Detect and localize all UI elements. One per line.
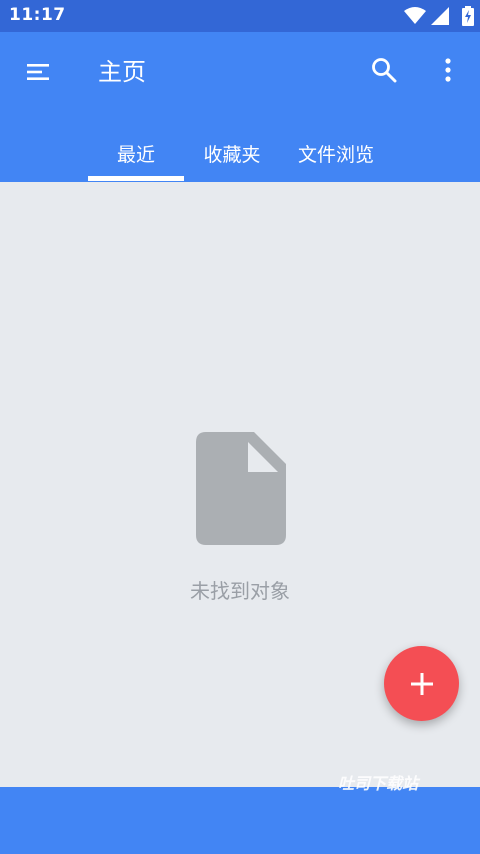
- page-title: 主页: [98, 58, 146, 86]
- file-icon: [196, 432, 286, 545]
- tab-recent[interactable]: 最近: [88, 124, 184, 182]
- tab-file-browse[interactable]: 文件浏览: [288, 124, 384, 182]
- more-options-button[interactable]: [424, 46, 472, 94]
- more-vert-icon: [445, 58, 451, 82]
- wifi-icon: [404, 7, 426, 24]
- battery-charging-icon: [462, 6, 474, 26]
- add-icon: [410, 672, 433, 695]
- menu-button[interactable]: [14, 48, 62, 96]
- tab-indicator: [88, 176, 184, 181]
- status-time: 11:17: [9, 5, 66, 25]
- signal-icon: [431, 7, 449, 25]
- app-bar: 主页 最近 收藏夹 文件浏览: [0, 32, 480, 182]
- menu-icon: [27, 64, 49, 80]
- tab-bar: 最近 收藏夹 文件浏览: [0, 124, 480, 182]
- bottom-bar: [0, 787, 480, 854]
- status-bar: 11:17: [0, 0, 480, 32]
- search-button[interactable]: [360, 46, 408, 94]
- tab-favorites[interactable]: 收藏夹: [186, 124, 278, 182]
- search-icon: [372, 58, 397, 83]
- empty-state-message: 未找到对象: [190, 579, 290, 603]
- watermark: 吐司下载站: [338, 774, 419, 793]
- add-button[interactable]: [384, 646, 459, 721]
